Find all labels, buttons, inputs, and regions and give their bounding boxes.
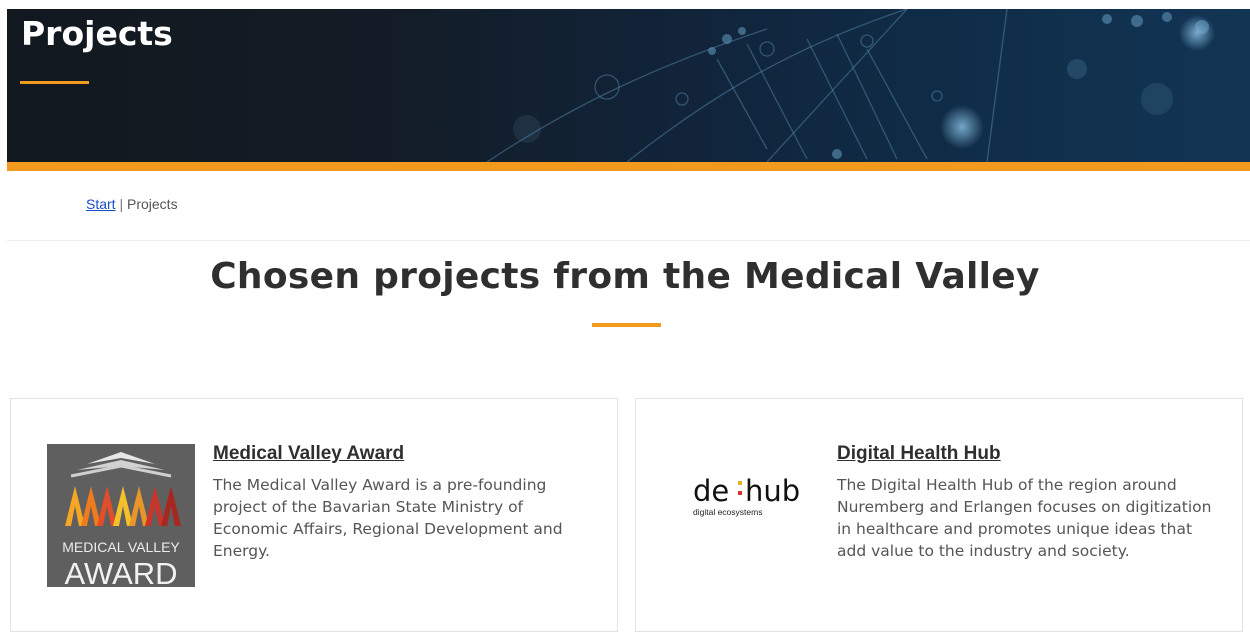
page-title: Projects — [21, 14, 173, 53]
hero-accent-band — [7, 162, 1250, 171]
section-divider — [7, 240, 1250, 241]
project-card-medical-valley-award: MEDICAL VALLEY AWARD Medical Valley Awar… — [10, 398, 618, 632]
project-card-digital-health-hub: de hub digital ecosystems Digital Health… — [635, 398, 1243, 632]
logo-line2: AWARD — [64, 556, 177, 587]
medical-valley-award-logo[interactable]: MEDICAL VALLEY AWARD — [47, 444, 195, 587]
dehub-logo[interactable]: de hub digital ecosystems — [691, 471, 801, 521]
project-description: The Digital Health Hub of the region aro… — [837, 476, 1212, 560]
heading-accent-line — [592, 323, 661, 327]
logo-tagline: digital ecosystems — [693, 507, 762, 517]
project-title-link[interactable]: Digital Health Hub — [837, 443, 1001, 465]
project-description: The Medical Valley Award is a pre-foundi… — [213, 476, 563, 560]
project-title-link[interactable]: Medical Valley Award — [213, 443, 404, 465]
breadcrumb-current: Projects — [127, 196, 178, 212]
logo-word-right: hub — [745, 474, 800, 508]
logo-word-left: de — [693, 474, 729, 508]
breadcrumb: Start | Projects — [86, 196, 178, 212]
section-heading: Chosen projects from the Medical Valley — [210, 256, 1040, 297]
breadcrumb-separator: | — [119, 196, 124, 212]
title-accent-line — [20, 81, 89, 84]
logo-line1: MEDICAL VALLEY — [62, 539, 180, 555]
breadcrumb-link-start[interactable]: Start — [86, 196, 116, 212]
hero-banner: Projects — [7, 9, 1250, 162]
hero-background-image — [486, 9, 1215, 162]
